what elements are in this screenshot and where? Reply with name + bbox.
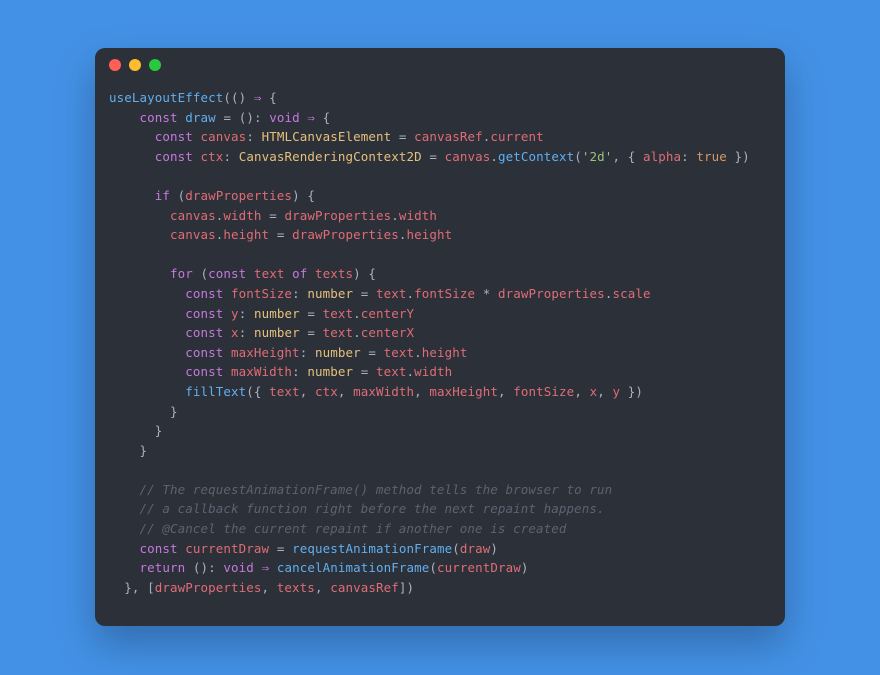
- code-line: canvas.width = drawProperties.width: [109, 206, 771, 226]
- code-line: canvas.height = drawProperties.height: [109, 225, 771, 245]
- code-window: useLayoutEffect(() ⇒ { const draw = (): …: [95, 48, 785, 626]
- code-line: return (): void ⇒ cancelAnimationFrame(c…: [109, 558, 771, 578]
- code-line: const x: number = text.centerX: [109, 323, 771, 343]
- code-line: // a callback function right before the …: [109, 499, 771, 519]
- code-block: useLayoutEffect(() ⇒ { const draw = (): …: [95, 82, 785, 619]
- minimize-icon[interactable]: [129, 59, 141, 71]
- code-line: for (const text of texts) {: [109, 264, 771, 284]
- code-line: }, [drawProperties, texts, canvasRef]): [109, 578, 771, 598]
- close-icon[interactable]: [109, 59, 121, 71]
- zoom-icon[interactable]: [149, 59, 161, 71]
- code-line: [109, 460, 771, 480]
- code-line: useLayoutEffect(() ⇒ {: [109, 88, 771, 108]
- code-line: // @Cancel the current repaint if anothe…: [109, 519, 771, 539]
- code-line: const currentDraw = requestAnimationFram…: [109, 539, 771, 559]
- code-line: }: [109, 441, 771, 461]
- code-line: const ctx: CanvasRenderingContext2D = ca…: [109, 147, 771, 167]
- code-line: const maxHeight: number = text.height: [109, 343, 771, 363]
- code-line: fillText({ text, ctx, maxWidth, maxHeigh…: [109, 382, 771, 402]
- code-line: }: [109, 421, 771, 441]
- window-titlebar: [95, 48, 785, 82]
- code-line: const maxWidth: number = text.width: [109, 362, 771, 382]
- code-line: const fontSize: number = text.fontSize *…: [109, 284, 771, 304]
- code-line: const canvas: HTMLCanvasElement = canvas…: [109, 127, 771, 147]
- code-line: const y: number = text.centerY: [109, 304, 771, 324]
- code-line: }: [109, 402, 771, 422]
- code-line: const draw = (): void ⇒ {: [109, 108, 771, 128]
- code-line: [109, 245, 771, 265]
- code-line: // The requestAnimationFrame() method te…: [109, 480, 771, 500]
- code-line: if (drawProperties) {: [109, 186, 771, 206]
- code-line: [109, 166, 771, 186]
